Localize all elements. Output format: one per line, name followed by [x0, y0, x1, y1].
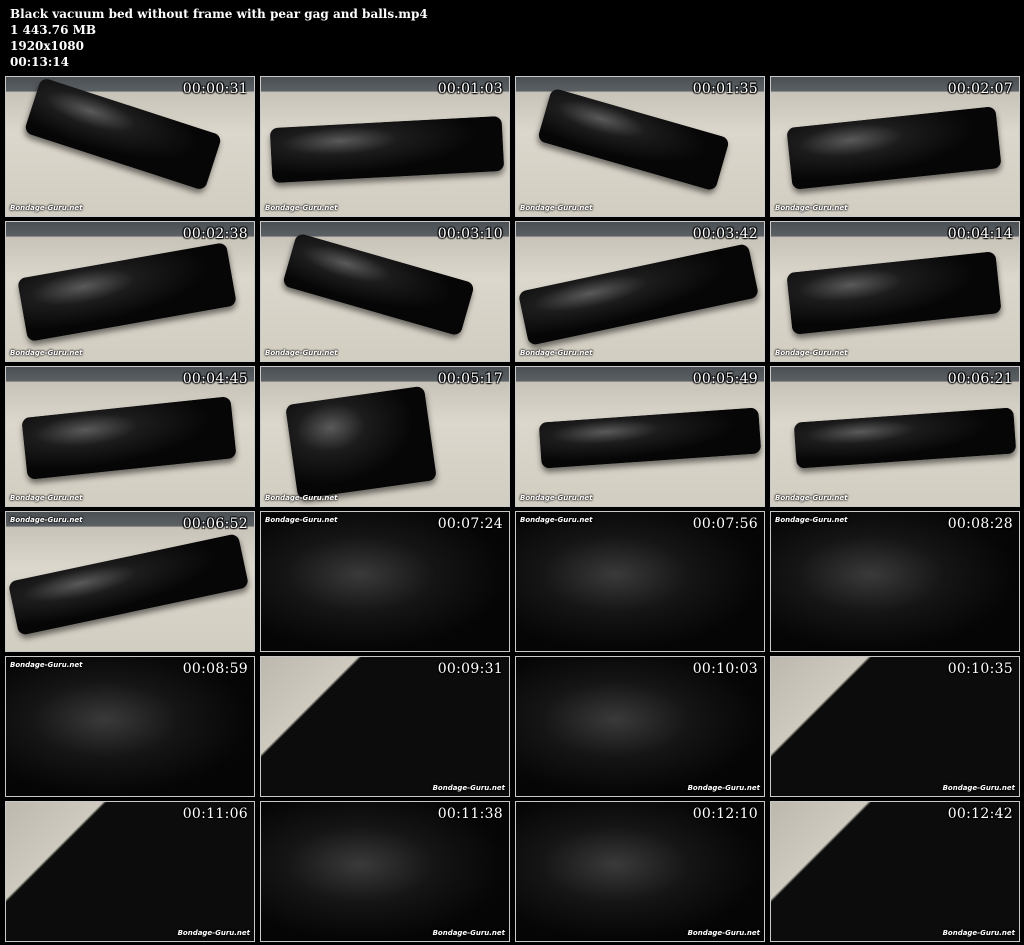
watermark-label: Bondage-Guru.net — [775, 349, 848, 357]
thumbnail-frame[interactable]: 00:08:28 Bondage-Guru.net — [770, 511, 1020, 652]
thumbnail-frame[interactable]: 00:07:24 Bondage-Guru.net — [260, 511, 510, 652]
timestamp-label: 00:07:56 — [692, 516, 758, 532]
thumbnail-frame[interactable]: 00:11:06 Bondage-Guru.net — [5, 801, 255, 942]
frame-image — [261, 657, 509, 796]
frame-image — [771, 512, 1019, 651]
watermark-label: Bondage-Guru.net — [687, 784, 760, 792]
timestamp-label: 00:06:21 — [947, 371, 1013, 387]
thumbnail-frame[interactable]: 00:05:17 Bondage-Guru.net — [260, 366, 510, 507]
timestamp-label: 00:10:35 — [947, 661, 1013, 677]
thumbnail-frame[interactable]: 00:10:35 Bondage-Guru.net — [770, 656, 1020, 797]
thumbnail-frame[interactable]: 00:12:42 Bondage-Guru.net — [770, 801, 1020, 942]
timestamp-label: 00:11:38 — [437, 806, 503, 822]
thumbnail-frame[interactable]: 00:09:31 Bondage-Guru.net — [260, 656, 510, 797]
watermark-label: Bondage-Guru.net — [265, 204, 338, 212]
timestamp-label: 00:02:38 — [182, 226, 248, 242]
timestamp-label: 00:11:06 — [182, 806, 248, 822]
thumbnail-frame[interactable]: 00:01:35 Bondage-Guru.net — [515, 76, 765, 217]
timestamp-label: 00:03:42 — [692, 226, 758, 242]
watermark-label: Bondage-Guru.net — [432, 929, 505, 937]
timestamp-label: 00:05:49 — [692, 371, 758, 387]
file-duration: 00:13:14 — [10, 55, 69, 69]
frame-image — [261, 512, 509, 651]
frame-image — [771, 802, 1019, 941]
thumbnail-frame[interactable]: 00:10:03 Bondage-Guru.net — [515, 656, 765, 797]
timestamp-label: 00:04:45 — [182, 371, 248, 387]
timestamp-label: 00:12:42 — [947, 806, 1013, 822]
watermark-label: Bondage-Guru.net — [942, 929, 1015, 937]
timestamp-label: 00:06:52 — [182, 516, 248, 532]
timestamp-label: 00:03:10 — [437, 226, 503, 242]
thumbnail-grid: 00:00:31 Bondage-Guru.net 00:01:03 Bondage-… — [5, 76, 1020, 942]
watermark-label: Bondage-Guru.net — [520, 494, 593, 502]
frame-image — [516, 802, 764, 941]
timestamp-label: 00:01:03 — [437, 81, 503, 97]
watermark-label: Bondage-Guru.net — [687, 929, 760, 937]
file-size: 1 443.76 MB — [10, 23, 97, 37]
watermark-label: Bondage-Guru.net — [10, 204, 83, 212]
timestamp-label: 00:01:35 — [692, 81, 758, 97]
thumbnail-frame[interactable]: 00:06:52 Bondage-Guru.net — [5, 511, 255, 652]
watermark-label: Bondage-Guru.net — [520, 349, 593, 357]
watermark-label: Bondage-Guru.net — [265, 516, 338, 524]
watermark-label: Bondage-Guru.net — [10, 516, 83, 524]
timestamp-label: 00:09:31 — [437, 661, 503, 677]
vacuum-bed-shape — [285, 385, 437, 500]
frame-image — [516, 657, 764, 796]
watermark-label: Bondage-Guru.net — [520, 516, 593, 524]
thumbnail-frame[interactable]: 00:02:38 Bondage-Guru.net — [5, 221, 255, 362]
file-name: Black vacuum bed without frame with pear… — [10, 7, 428, 21]
thumbnail-frame[interactable]: 00:02:07 Bondage-Guru.net — [770, 76, 1020, 217]
thumbnail-frame[interactable]: 00:04:45 Bondage-Guru.net — [5, 366, 255, 507]
frame-image — [771, 657, 1019, 796]
thumbnail-frame[interactable]: 00:00:31 Bondage-Guru.net — [5, 76, 255, 217]
watermark-label: Bondage-Guru.net — [942, 784, 1015, 792]
thumbnail-frame[interactable]: 00:08:59 Bondage-Guru.net — [5, 656, 255, 797]
watermark-label: Bondage-Guru.net — [10, 349, 83, 357]
watermark-label: Bondage-Guru.net — [265, 349, 338, 357]
thumbnail-frame[interactable]: 00:03:10 Bondage-Guru.net — [260, 221, 510, 362]
timestamp-label: 00:02:07 — [947, 81, 1013, 97]
thumbnail-frame[interactable]: 00:05:49 Bondage-Guru.net — [515, 366, 765, 507]
watermark-label: Bondage-Guru.net — [177, 929, 250, 937]
timestamp-label: 00:08:28 — [947, 516, 1013, 532]
thumbnail-frame[interactable]: 00:12:10 Bondage-Guru.net — [515, 801, 765, 942]
frame-image — [516, 512, 764, 651]
frame-image — [261, 802, 509, 941]
timestamp-label: 00:00:31 — [182, 81, 248, 97]
file-resolution: 1920x1080 — [10, 39, 84, 53]
watermark-label: Bondage-Guru.net — [520, 204, 593, 212]
watermark-label: Bondage-Guru.net — [775, 204, 848, 212]
timestamp-label: 00:12:10 — [692, 806, 758, 822]
watermark-label: Bondage-Guru.net — [10, 494, 83, 502]
thumbnail-frame[interactable]: 00:03:42 Bondage-Guru.net — [515, 221, 765, 362]
thumbnail-frame[interactable]: 00:06:21 Bondage-Guru.net — [770, 366, 1020, 507]
watermark-label: Bondage-Guru.net — [775, 494, 848, 502]
thumbnail-frame[interactable]: 00:04:14 Bondage-Guru.net — [770, 221, 1020, 362]
watermark-label: Bondage-Guru.net — [432, 784, 505, 792]
timestamp-label: 00:08:59 — [182, 661, 248, 677]
frame-image — [6, 657, 254, 796]
timestamp-label: 00:07:24 — [437, 516, 503, 532]
thumbnail-frame[interactable]: 00:11:38 Bondage-Guru.net — [260, 801, 510, 942]
watermark-label: Bondage-Guru.net — [265, 494, 338, 502]
watermark-label: Bondage-Guru.net — [775, 516, 848, 524]
timestamp-label: 00:05:17 — [437, 371, 503, 387]
frame-image — [6, 802, 254, 941]
watermark-label: Bondage-Guru.net — [10, 661, 83, 669]
thumbnail-frame[interactable]: 00:07:56 Bondage-Guru.net — [515, 511, 765, 652]
file-info-header: Black vacuum bed without frame with pear… — [10, 6, 428, 70]
timestamp-label: 00:04:14 — [947, 226, 1013, 242]
timestamp-label: 00:10:03 — [692, 661, 758, 677]
thumbnail-frame[interactable]: 00:01:03 Bondage-Guru.net — [260, 76, 510, 217]
